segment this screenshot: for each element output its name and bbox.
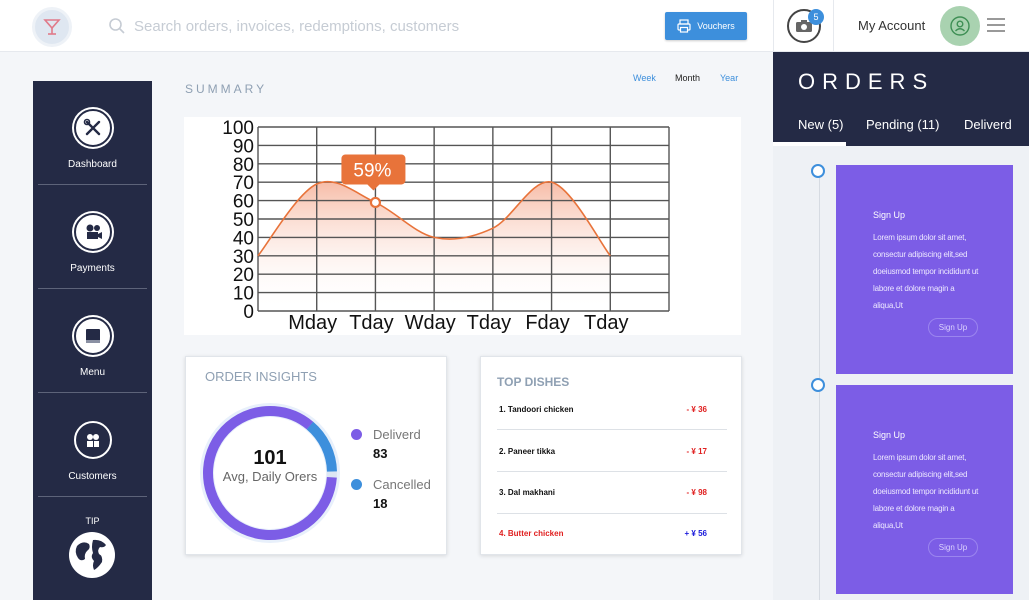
orders-header: ORDERS New (5) Pending (11) Deliverd xyxy=(773,52,1029,146)
period-week[interactable]: Week xyxy=(633,73,656,83)
my-account-link[interactable]: My Account xyxy=(858,18,925,33)
top-dishes-title: TOP DISHES xyxy=(497,375,570,389)
avatar[interactable] xyxy=(940,6,980,46)
legend-dot-cancelled xyxy=(351,479,362,490)
active-tab-underline xyxy=(773,142,846,146)
film-camera-icon xyxy=(74,213,112,251)
chart-ytick-label: 0 xyxy=(243,302,254,323)
order-card-title: Sign Up xyxy=(873,430,906,440)
sidebar-item-label: Dashboard xyxy=(68,159,117,170)
chart-ytick-label: 20 xyxy=(233,265,254,286)
legend-name-delivered: Deliverd xyxy=(373,427,421,442)
chart-ytick-label: 60 xyxy=(233,192,254,213)
dish-price: + ¥ 56 xyxy=(684,529,707,538)
vouchers-button[interactable]: Vouchers xyxy=(665,12,747,40)
chart-ytick-label: 100 xyxy=(222,118,254,139)
order-insights-card: ORDER INSIGHTS 101 Avg, Daily Orers Deli… xyxy=(185,356,447,555)
search-input[interactable] xyxy=(134,12,614,40)
sidebar: Dashboard Payments Menu Customers TIP xyxy=(33,81,152,600)
orders-title: ORDERS xyxy=(798,69,935,94)
tip-label: TIP xyxy=(85,516,100,526)
dish-name: 1. Tandoori chicken xyxy=(499,405,574,414)
order-card-title: Sign Up xyxy=(873,210,906,220)
order-card-text: Lorem ipsum dolor sit amet, consectur ad… xyxy=(873,233,979,310)
period-year[interactable]: Year xyxy=(720,73,738,83)
chart-ytick-label: 40 xyxy=(233,228,254,249)
camera-area: 5 xyxy=(773,0,834,52)
sidebar-item-label: Customers xyxy=(68,471,117,482)
legend-value-cancelled: 18 xyxy=(373,496,388,511)
menu-icon[interactable] xyxy=(987,18,1005,32)
vouchers-label: Vouchers xyxy=(697,21,735,31)
chart-xtick-label: Wday xyxy=(405,312,456,334)
tab-pending[interactable]: Pending (11) xyxy=(866,117,939,132)
sidebar-item-menu[interactable]: Menu xyxy=(38,289,147,393)
legend-name-cancelled: Cancelled xyxy=(373,477,431,492)
search-icon xyxy=(109,18,125,34)
notification-badge: 5 xyxy=(808,9,824,25)
order-card[interactable]: Sign Up Lorem ipsum dolor sit amet, cons… xyxy=(836,385,1013,594)
account-bar: 5 My Account xyxy=(773,0,1029,52)
sidebar-item-label: Menu xyxy=(79,367,105,378)
dish-price: - ¥ 17 xyxy=(686,447,707,456)
top-bar: Vouchers xyxy=(0,0,773,52)
user-icon xyxy=(950,16,970,36)
dish-price: - ¥ 98 xyxy=(686,488,707,497)
period-month[interactable]: Month xyxy=(675,73,700,83)
chart-callout-label: 59% xyxy=(353,160,391,181)
users-icon xyxy=(74,421,112,459)
chart-xtick-label: Tday xyxy=(467,312,511,334)
top-dishes-card: TOP DISHES 1. Tandoori chicken - ¥ 36 2.… xyxy=(480,356,742,555)
chart-xtick-label: Fday xyxy=(525,312,569,334)
chart-ytick-label: 30 xyxy=(233,247,254,268)
summary-title: SUMMARY xyxy=(185,82,268,96)
dish-name: 3. Dal makhani xyxy=(499,488,556,497)
sidebar-item-customers[interactable]: Customers xyxy=(38,393,147,497)
tab-delivered[interactable]: Deliverd xyxy=(964,117,1012,132)
list-item[interactable]: 2. Paneer tikka - ¥ 17 xyxy=(497,430,727,472)
chart-xtick-label: Tday xyxy=(349,312,393,334)
timeline-dot xyxy=(811,378,825,392)
chart-xtick-label: Mday xyxy=(288,312,337,334)
chart-xtick-label: Tday xyxy=(584,312,628,334)
sidebar-item-dashboard[interactable]: Dashboard xyxy=(38,81,147,185)
chart-ytick-label: 10 xyxy=(233,284,254,305)
printer-icon xyxy=(677,19,691,33)
sidebar-item-label: Payments xyxy=(70,263,115,274)
dish-price: - ¥ 36 xyxy=(686,405,707,414)
timeline-dot xyxy=(811,164,825,178)
orders-panel: ORDERS New (5) Pending (11) Deliverd Sig… xyxy=(773,52,1029,600)
legend-dot-delivered xyxy=(351,429,362,440)
legend-value-delivered: 83 xyxy=(373,446,388,461)
tools-icon xyxy=(74,109,112,147)
sign-up-button[interactable]: Sign Up xyxy=(928,318,978,337)
tab-new[interactable]: New (5) xyxy=(798,117,844,132)
daily-orders-total: 101 xyxy=(253,447,287,469)
chart-ytick-label: 50 xyxy=(233,210,254,231)
list-item[interactable]: 1. Tandoori chicken - ¥ 36 xyxy=(497,388,727,430)
chart-ytick-label: 90 xyxy=(233,136,254,157)
list-item[interactable]: 3. Dal makhani - ¥ 98 xyxy=(497,472,727,514)
book-icon xyxy=(74,317,112,355)
order-card[interactable]: Sign Up Lorem ipsum dolor sit amet, cons… xyxy=(836,165,1013,374)
chart-ytick-label: 80 xyxy=(233,155,254,176)
insights-title: ORDER INSIGHTS xyxy=(205,369,317,384)
globe-icon[interactable] xyxy=(69,532,115,578)
logo[interactable] xyxy=(32,7,72,47)
dish-name: 2. Paneer tikka xyxy=(499,447,556,456)
daily-orders-subtitle: Avg, Daily Orers xyxy=(222,469,318,484)
chart-callout-marker xyxy=(369,196,382,209)
order-card-text: Lorem ipsum dolor sit amet, consectur ad… xyxy=(873,453,979,530)
sidebar-item-payments[interactable]: Payments xyxy=(38,185,147,289)
summary-chart: 0 10 20 30 40 50 60 70 80 90 100 Mday Tday Wday Tday Fd… xyxy=(184,117,741,335)
chart-ytick-label: 70 xyxy=(233,173,254,194)
list-item[interactable]: 4. Butter chicken + ¥ 56 xyxy=(497,514,727,556)
cocktail-icon xyxy=(43,19,61,35)
dish-name: 4. Butter chicken xyxy=(499,529,564,538)
summary-chart-svg: 0102030405060708090100 Mday Tday Wday Tday Fd… xyxy=(222,118,670,334)
sign-up-button[interactable]: Sign Up xyxy=(928,538,978,557)
